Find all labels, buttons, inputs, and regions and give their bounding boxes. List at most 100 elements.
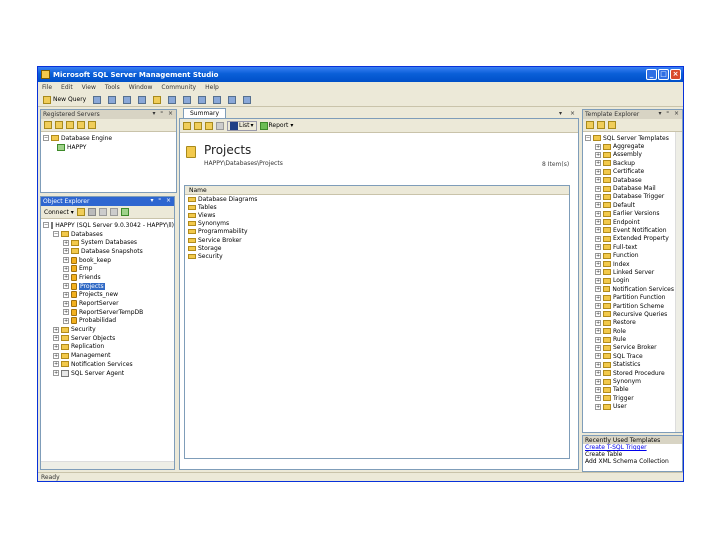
expand-icon[interactable]: +: [595, 403, 601, 410]
expand-icon[interactable]: +: [63, 291, 69, 298]
expand-icon[interactable]: +: [63, 248, 69, 255]
tree-node[interactable]: + Database Trigger: [585, 193, 674, 201]
expand-icon[interactable]: +: [63, 283, 69, 290]
menu-community[interactable]: Community: [161, 84, 196, 91]
tree-node[interactable]: + Replication: [43, 343, 174, 352]
tree-node[interactable]: + Notification Services: [585, 285, 674, 293]
maximize-button[interactable]: □: [658, 69, 669, 80]
expand-icon[interactable]: +: [595, 143, 601, 150]
expand-icon[interactable]: +: [595, 353, 601, 360]
sql-templates-icon[interactable]: [586, 121, 594, 129]
xmla-query-button[interactable]: [136, 95, 148, 105]
tree-node[interactable]: + Database Snapshots: [43, 247, 174, 256]
tree-node[interactable]: + Linked Server: [585, 268, 674, 276]
list-item[interactable]: Views: [185, 211, 569, 219]
up-icon[interactable]: [205, 121, 213, 130]
analysis-services-icon[interactable]: [55, 121, 63, 129]
expand-icon[interactable]: +: [595, 269, 601, 276]
expand-icon[interactable]: +: [595, 311, 601, 318]
tree-node[interactable]: + Table: [585, 386, 674, 394]
menu-help[interactable]: Help: [205, 84, 219, 91]
list-item[interactable]: Storage: [185, 244, 569, 252]
pin-icon[interactable]: ▾: [658, 110, 661, 117]
connect-dropdown[interactable]: Connect ▾: [44, 209, 74, 216]
tree-node[interactable]: + Partition Scheme: [585, 302, 674, 310]
tree-node[interactable]: + Role: [585, 327, 674, 335]
expand-icon[interactable]: +: [595, 185, 601, 192]
panel-close-icon[interactable]: ×: [168, 110, 173, 117]
expand-icon[interactable]: +: [595, 378, 601, 385]
open-file-button[interactable]: [151, 95, 163, 105]
tree-node[interactable]: + ReportServer: [43, 299, 174, 308]
expand-icon[interactable]: +: [595, 336, 601, 343]
expand-icon[interactable]: +: [595, 386, 601, 393]
expand-icon[interactable]: +: [595, 160, 601, 167]
menu-file[interactable]: File: [42, 84, 52, 91]
registered-servers-button[interactable]: [196, 95, 208, 105]
object-explorer-button[interactable]: [211, 95, 223, 105]
expand-icon[interactable]: +: [595, 193, 601, 200]
list-view-dropdown[interactable]: List ▾: [227, 120, 257, 131]
expand-icon[interactable]: +: [595, 294, 601, 301]
list-item[interactable]: Database Diagrams: [185, 195, 569, 203]
analysis-templates-icon[interactable]: [597, 121, 605, 129]
tree-node[interactable]: + Certificate: [585, 168, 674, 176]
expand-icon[interactable]: +: [595, 235, 601, 242]
tree-node[interactable]: + Security: [43, 325, 174, 334]
tree-node[interactable]: + Full-text: [585, 243, 674, 251]
expand-icon[interactable]: +: [53, 370, 59, 377]
expand-icon[interactable]: +: [53, 343, 59, 350]
expand-icon[interactable]: +: [595, 370, 601, 377]
menu-window[interactable]: Window: [129, 84, 153, 91]
tree-node[interactable]: + User: [585, 403, 674, 411]
expand-icon[interactable]: +: [53, 361, 59, 368]
expand-icon[interactable]: +: [595, 344, 601, 351]
document-dropdown-icon[interactable]: ▾: [559, 110, 562, 117]
vertical-scrollbar[interactable]: [675, 132, 682, 432]
tree-node[interactable]: + Friends: [43, 273, 174, 282]
horizontal-scrollbar[interactable]: [41, 461, 174, 469]
tree-node[interactable]: + Default: [585, 201, 674, 209]
tree-node[interactable]: + Extended Property: [585, 235, 674, 243]
tree-node[interactable]: − Databases: [43, 230, 174, 239]
list-item[interactable]: Security: [185, 252, 569, 260]
tree-node[interactable]: + Recursive Queries: [585, 310, 674, 318]
panel-close-icon[interactable]: ×: [166, 197, 171, 204]
pin-icon[interactable]: ▾: [150, 197, 153, 204]
save-button[interactable]: [166, 95, 178, 105]
tree-node[interactable]: + book_keep: [43, 256, 174, 265]
db-engine-icon[interactable]: [44, 121, 52, 129]
database-engine-query-button[interactable]: [91, 95, 103, 105]
tree-node[interactable]: + Backup: [585, 159, 674, 167]
tree-node[interactable]: − Database Engine: [43, 134, 176, 143]
refresh-icon[interactable]: [120, 208, 129, 216]
tree-node[interactable]: + Statistics: [585, 361, 674, 369]
back-icon[interactable]: [183, 121, 191, 130]
expand-icon[interactable]: +: [53, 335, 59, 342]
tree-node[interactable]: + ReportServerTempDB: [43, 308, 174, 317]
properties-button[interactable]: [241, 95, 253, 105]
tab-summary[interactable]: Summary: [183, 108, 226, 118]
sql-mobile-icon[interactable]: [88, 121, 96, 129]
tree-node[interactable]: + Database Mail: [585, 184, 674, 192]
tree-node[interactable]: + Notification Services: [43, 360, 174, 369]
report-dropdown[interactable]: Report ▾: [259, 121, 293, 130]
expand-icon[interactable]: +: [595, 227, 601, 234]
recent-template-link[interactable]: Add XML Schema Collection: [583, 458, 682, 465]
menu-view[interactable]: View: [82, 84, 96, 91]
list-item[interactable]: Programmability: [185, 228, 569, 236]
document-close-icon[interactable]: ×: [570, 110, 575, 117]
tree-node[interactable]: + Restore: [585, 319, 674, 327]
tree-node[interactable]: + Aggregate: [585, 142, 674, 150]
tree-node[interactable]: + SQL Trace: [585, 352, 674, 360]
pin-icon[interactable]: ▾: [152, 110, 155, 117]
expand-icon[interactable]: +: [595, 202, 601, 209]
template-explorer-button[interactable]: [226, 95, 238, 105]
tree-node[interactable]: + Function: [585, 251, 674, 259]
expand-icon[interactable]: +: [595, 244, 601, 251]
expand-icon[interactable]: +: [63, 274, 69, 281]
tree-node[interactable]: + Database: [585, 176, 674, 184]
save-all-button[interactable]: [181, 95, 193, 105]
expand-icon[interactable]: +: [595, 219, 601, 226]
expand-icon[interactable]: +: [595, 328, 601, 335]
